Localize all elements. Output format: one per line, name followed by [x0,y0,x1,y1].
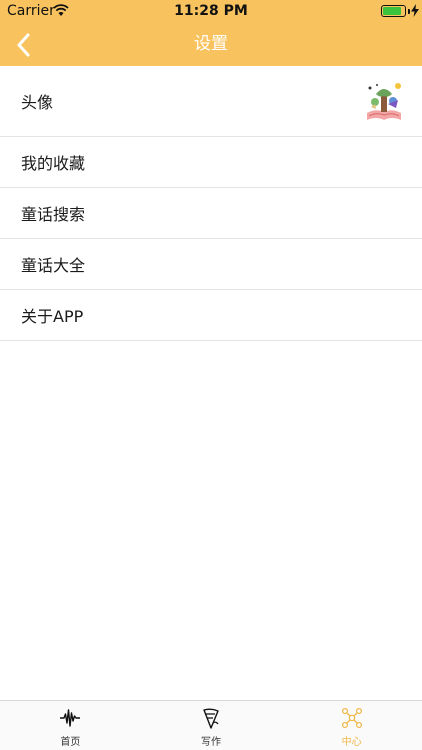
back-button[interactable] [8,26,44,62]
nav-bar: 设置 [0,22,422,66]
settings-list: 头像 我的收藏 童话搜索 童话大全 关于APP [0,66,422,341]
fairy-tale-collection-row-label: 童话大全 [21,256,86,275]
battery-icon [381,5,406,17]
waveform-icon [60,709,81,727]
writing-icon [203,708,219,729]
charging-bolt-icon [411,4,419,17]
avatar[interactable] [362,80,406,124]
battery-fill [383,7,401,15]
header: Carrier 11:28 PM 设置 [0,0,422,66]
settings-row-about-app[interactable]: 关于APP [0,290,422,341]
tab-center-label: 中心 [341,737,362,748]
settings-row-avatar[interactable]: 头像 [0,66,422,137]
settings-row-fairy-tale-collection[interactable]: 童话大全 [0,239,422,290]
network-icon [341,707,362,729]
page-title: 设置 [194,34,228,54]
tab-home-label: 首页 [60,737,81,748]
tab-writing[interactable]: 写作 [141,701,282,750]
tab-bar: 首页 写作 中心 [0,700,422,750]
favorites-row-label: 我的收藏 [21,154,86,173]
about-app-row-label: 关于APP [21,307,84,326]
avatar-row-label: 头像 [21,93,54,112]
battery-tip [408,9,410,14]
tab-center[interactable]: 中心 [281,701,422,750]
tab-writing-label: 写作 [201,737,221,748]
settings-row-fairy-tale-search[interactable]: 童话搜索 [0,188,422,239]
clock: 11:28 PM [174,3,248,19]
chevron-left-icon [17,33,30,57]
settings-row-favorites[interactable]: 我的收藏 [0,137,422,188]
status-bar: Carrier 11:28 PM [0,0,422,22]
tab-home[interactable]: 首页 [0,701,141,750]
fairy-tale-search-row-label: 童话搜索 [21,205,86,224]
